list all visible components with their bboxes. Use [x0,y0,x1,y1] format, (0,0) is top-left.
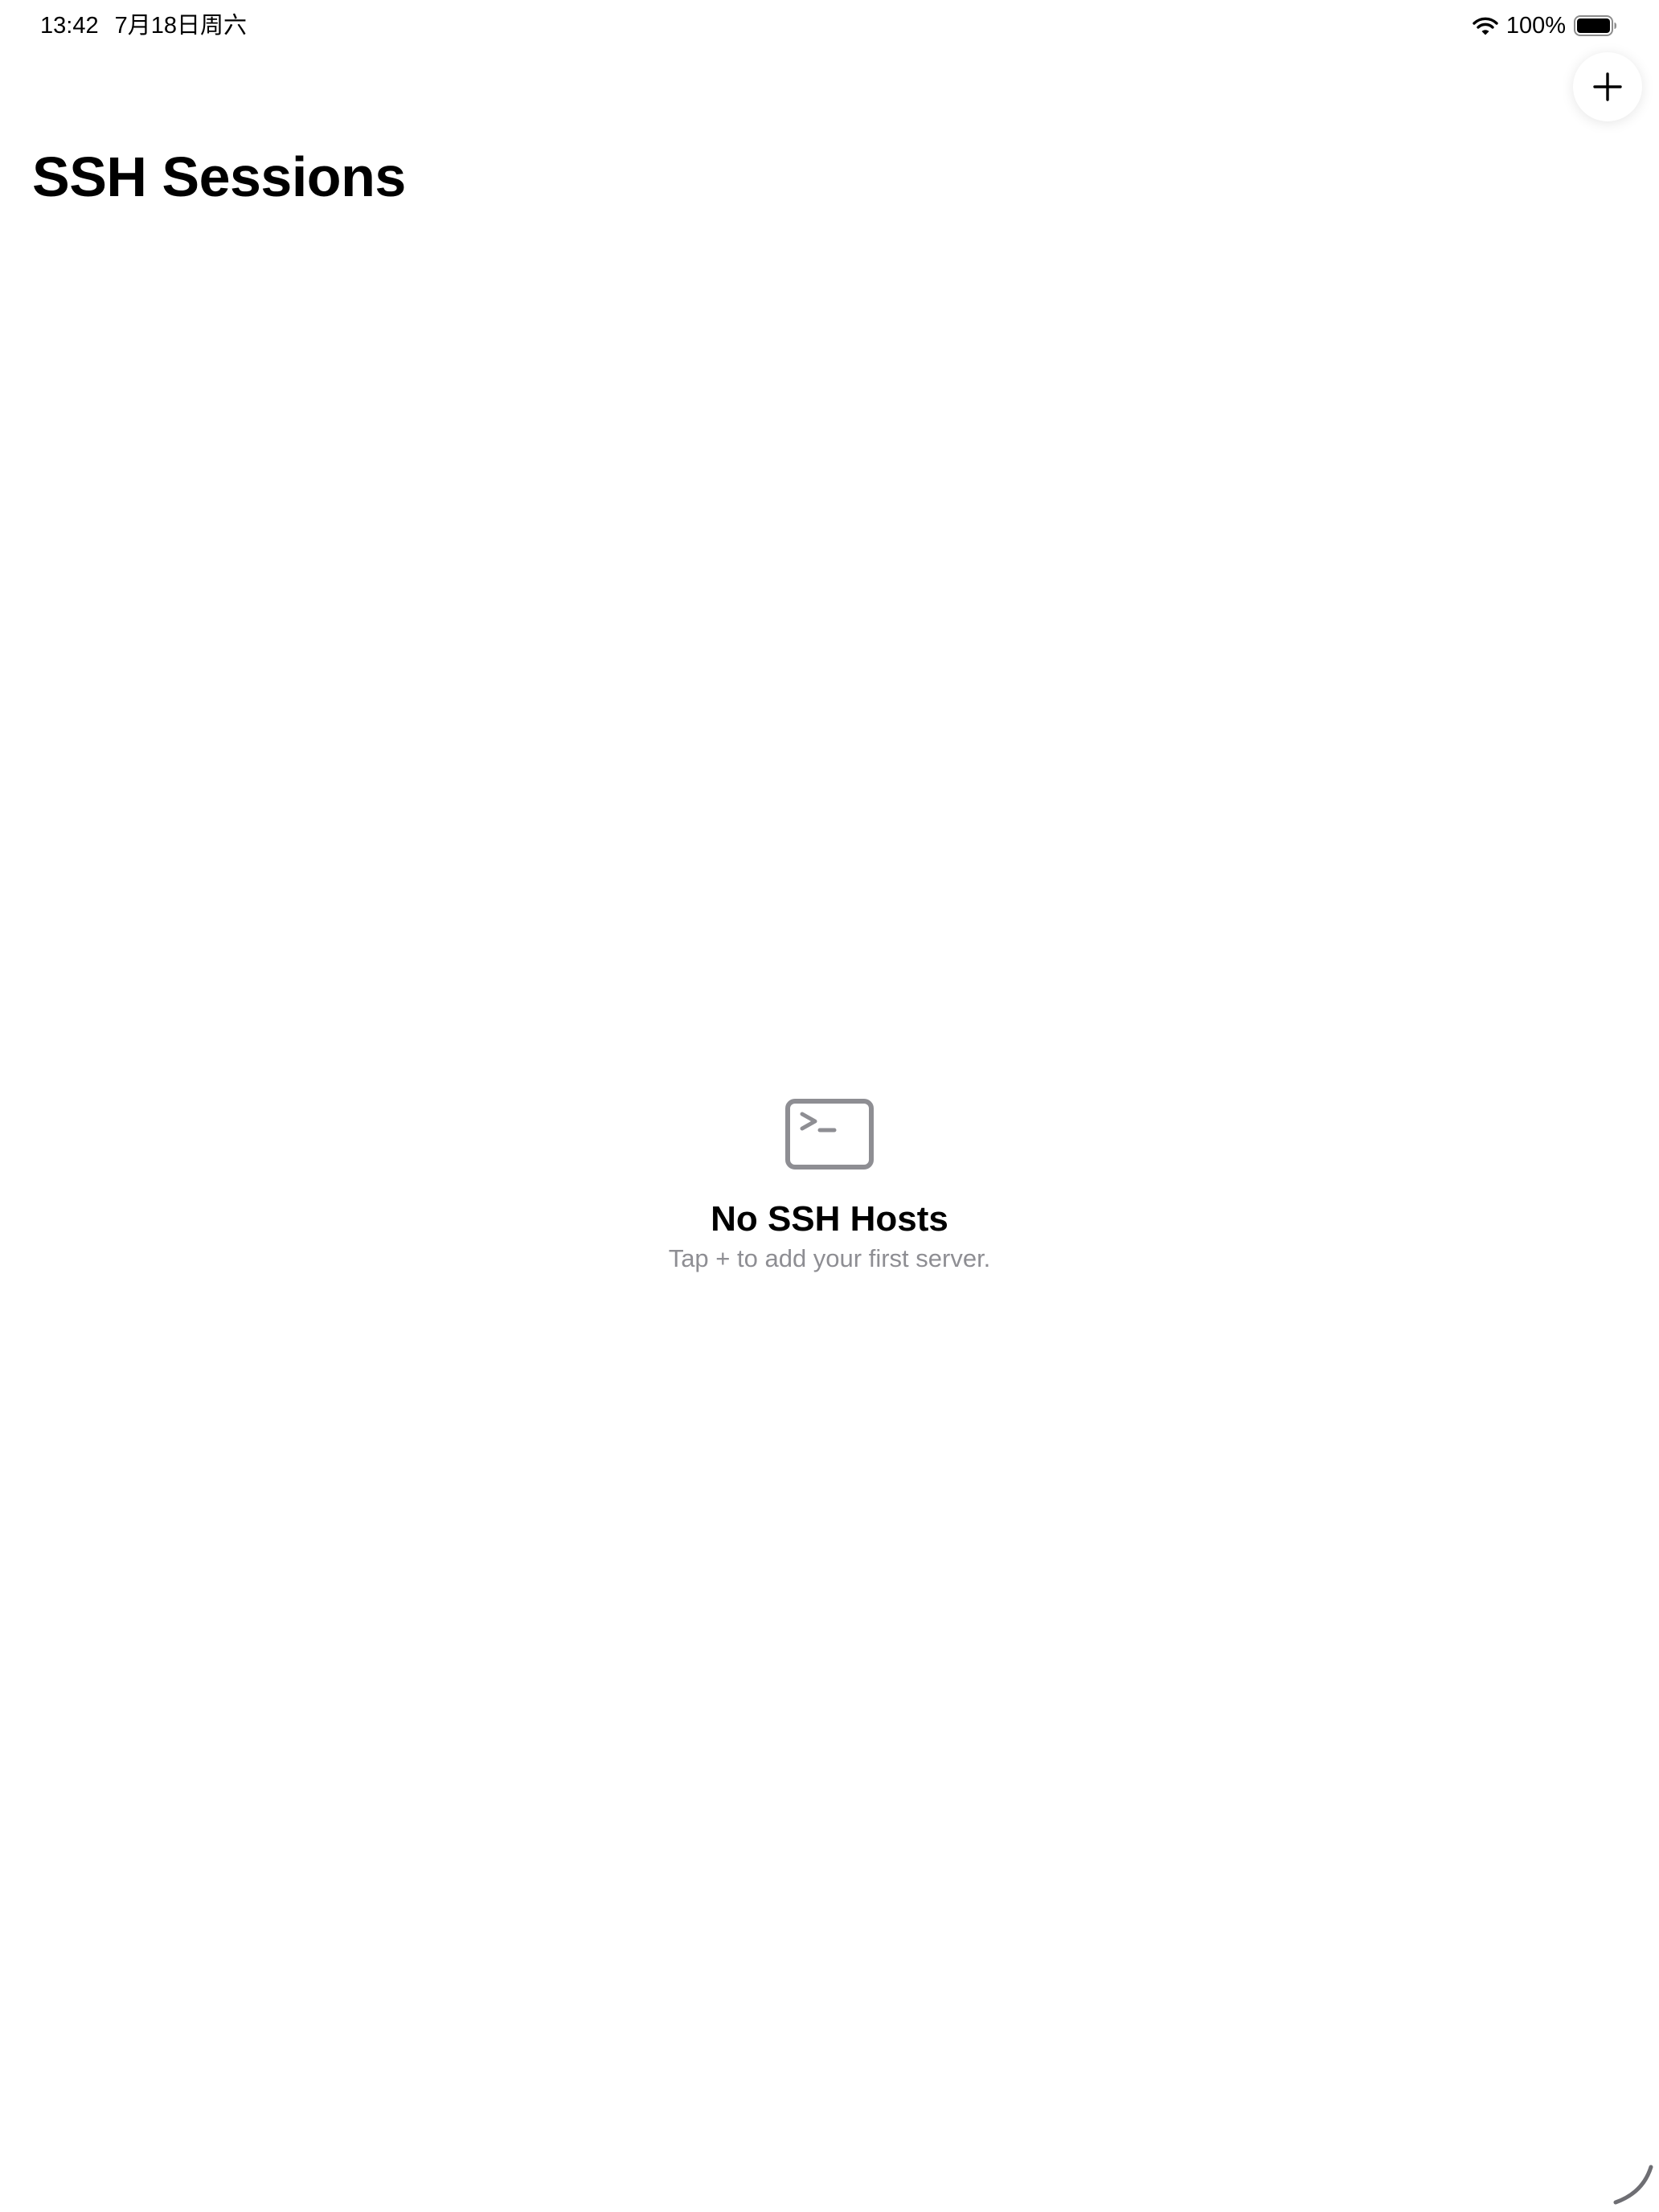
empty-state-title: No SSH Hosts [711,1199,948,1239]
terminal-icon [785,1099,874,1169]
wifi-icon [1473,16,1498,35]
empty-state: No SSH Hosts Tap + to add your first ser… [0,1098,1659,1276]
status-left: 13:42 7月18日周六 [40,11,247,40]
plus-icon [1593,72,1622,101]
add-host-button[interactable] [1573,52,1642,121]
status-time: 13:42 [40,13,99,39]
status-bar: 13:42 7月18日周六 100% [0,0,1659,51]
page-title: SSH Sessions [32,145,406,208]
battery-percent: 100% [1505,13,1566,39]
battery-icon [1574,15,1617,36]
status-right: 100% [1473,11,1617,40]
empty-state-subtitle: Tap + to add your first server. [668,1244,991,1272]
status-date: 7月18日周六 [114,13,247,39]
corner-resize-handle[interactable] [1611,2162,1656,2207]
